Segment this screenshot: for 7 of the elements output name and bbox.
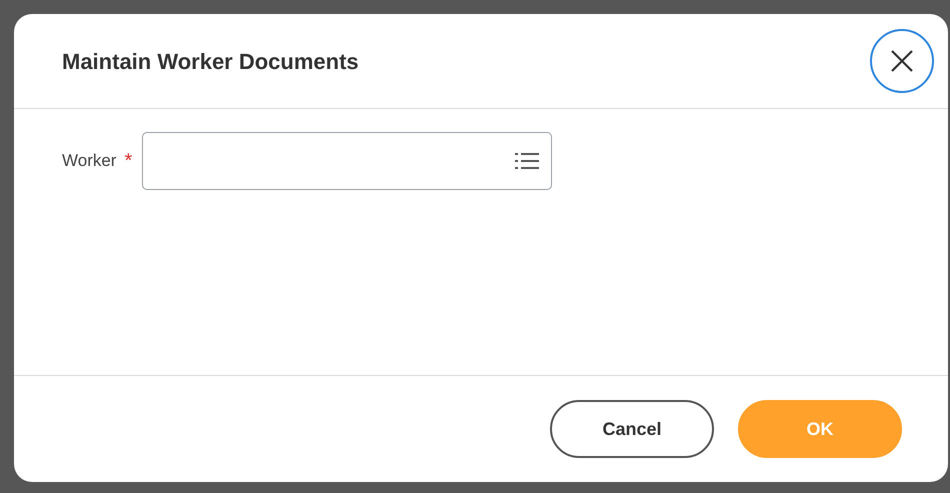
list-icon [515,152,540,170]
worker-field[interactable] [142,132,552,190]
dialog-title: Maintain Worker Documents [62,48,359,76]
cancel-button[interactable]: Cancel [550,400,714,458]
close-icon [890,49,914,73]
field-label: Worker [62,150,116,172]
required-mark: * [124,149,132,174]
